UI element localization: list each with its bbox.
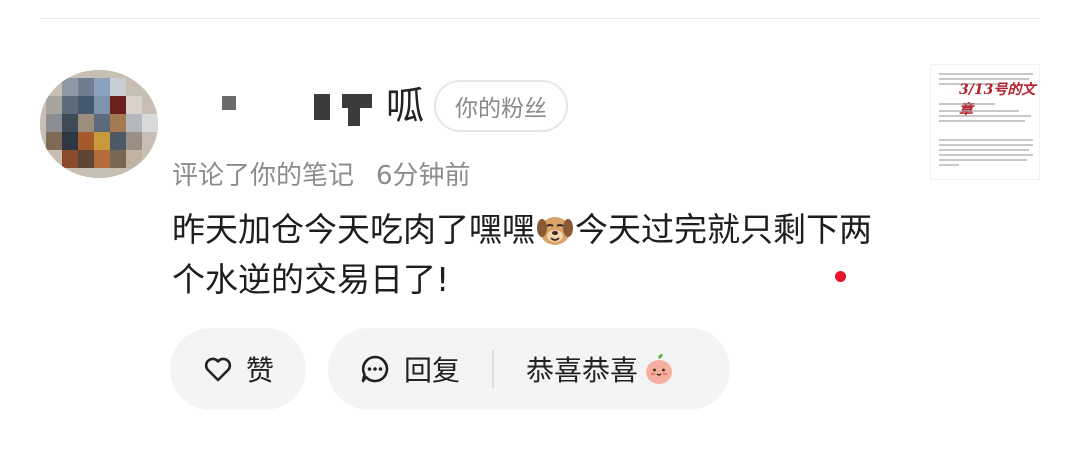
like-label: 赞 [246,354,275,387]
quick-reply-label: 恭喜恭喜 [526,354,639,387]
peach-emoji-icon [646,354,673,384]
note-thumbnail[interactable]: 3/13号的文章 [930,64,1040,180]
heart-icon [204,357,232,382]
like-button[interactable]: 赞 [170,328,306,410]
comment-meta: 评论了你的笔记 6分钟前 [172,155,471,192]
comment-text: 昨天加仓今天吃肉了嘿嘿 今天过完就只剩下两个水逆的交易日了! [172,205,892,305]
pill-divider [492,350,495,388]
thumbnail-handwriting: 3/13号的文章 [959,82,1036,118]
dog-emoji-icon [537,217,573,245]
reply-actions: 回复 恭喜恭喜 [328,328,730,410]
reply-button[interactable]: 回复 [360,349,460,389]
meta-time: 6分钟前 [376,161,471,191]
comment-part1: 昨天加仓今天吃肉了嘿嘿 [172,210,535,249]
username[interactable]: 呱 [218,84,428,128]
unread-dot [835,271,846,282]
fan-badge: 你的粉丝 [434,80,568,132]
username-visible-char: 呱 [386,84,425,128]
meta-action: 评论了你的笔记 [172,161,355,191]
comment-bubble-icon [361,355,389,383]
quick-reply-button[interactable]: 恭喜恭喜 [526,349,676,389]
top-divider [40,18,1040,19]
avatar[interactable] [40,70,158,178]
reply-label: 回复 [404,354,461,387]
